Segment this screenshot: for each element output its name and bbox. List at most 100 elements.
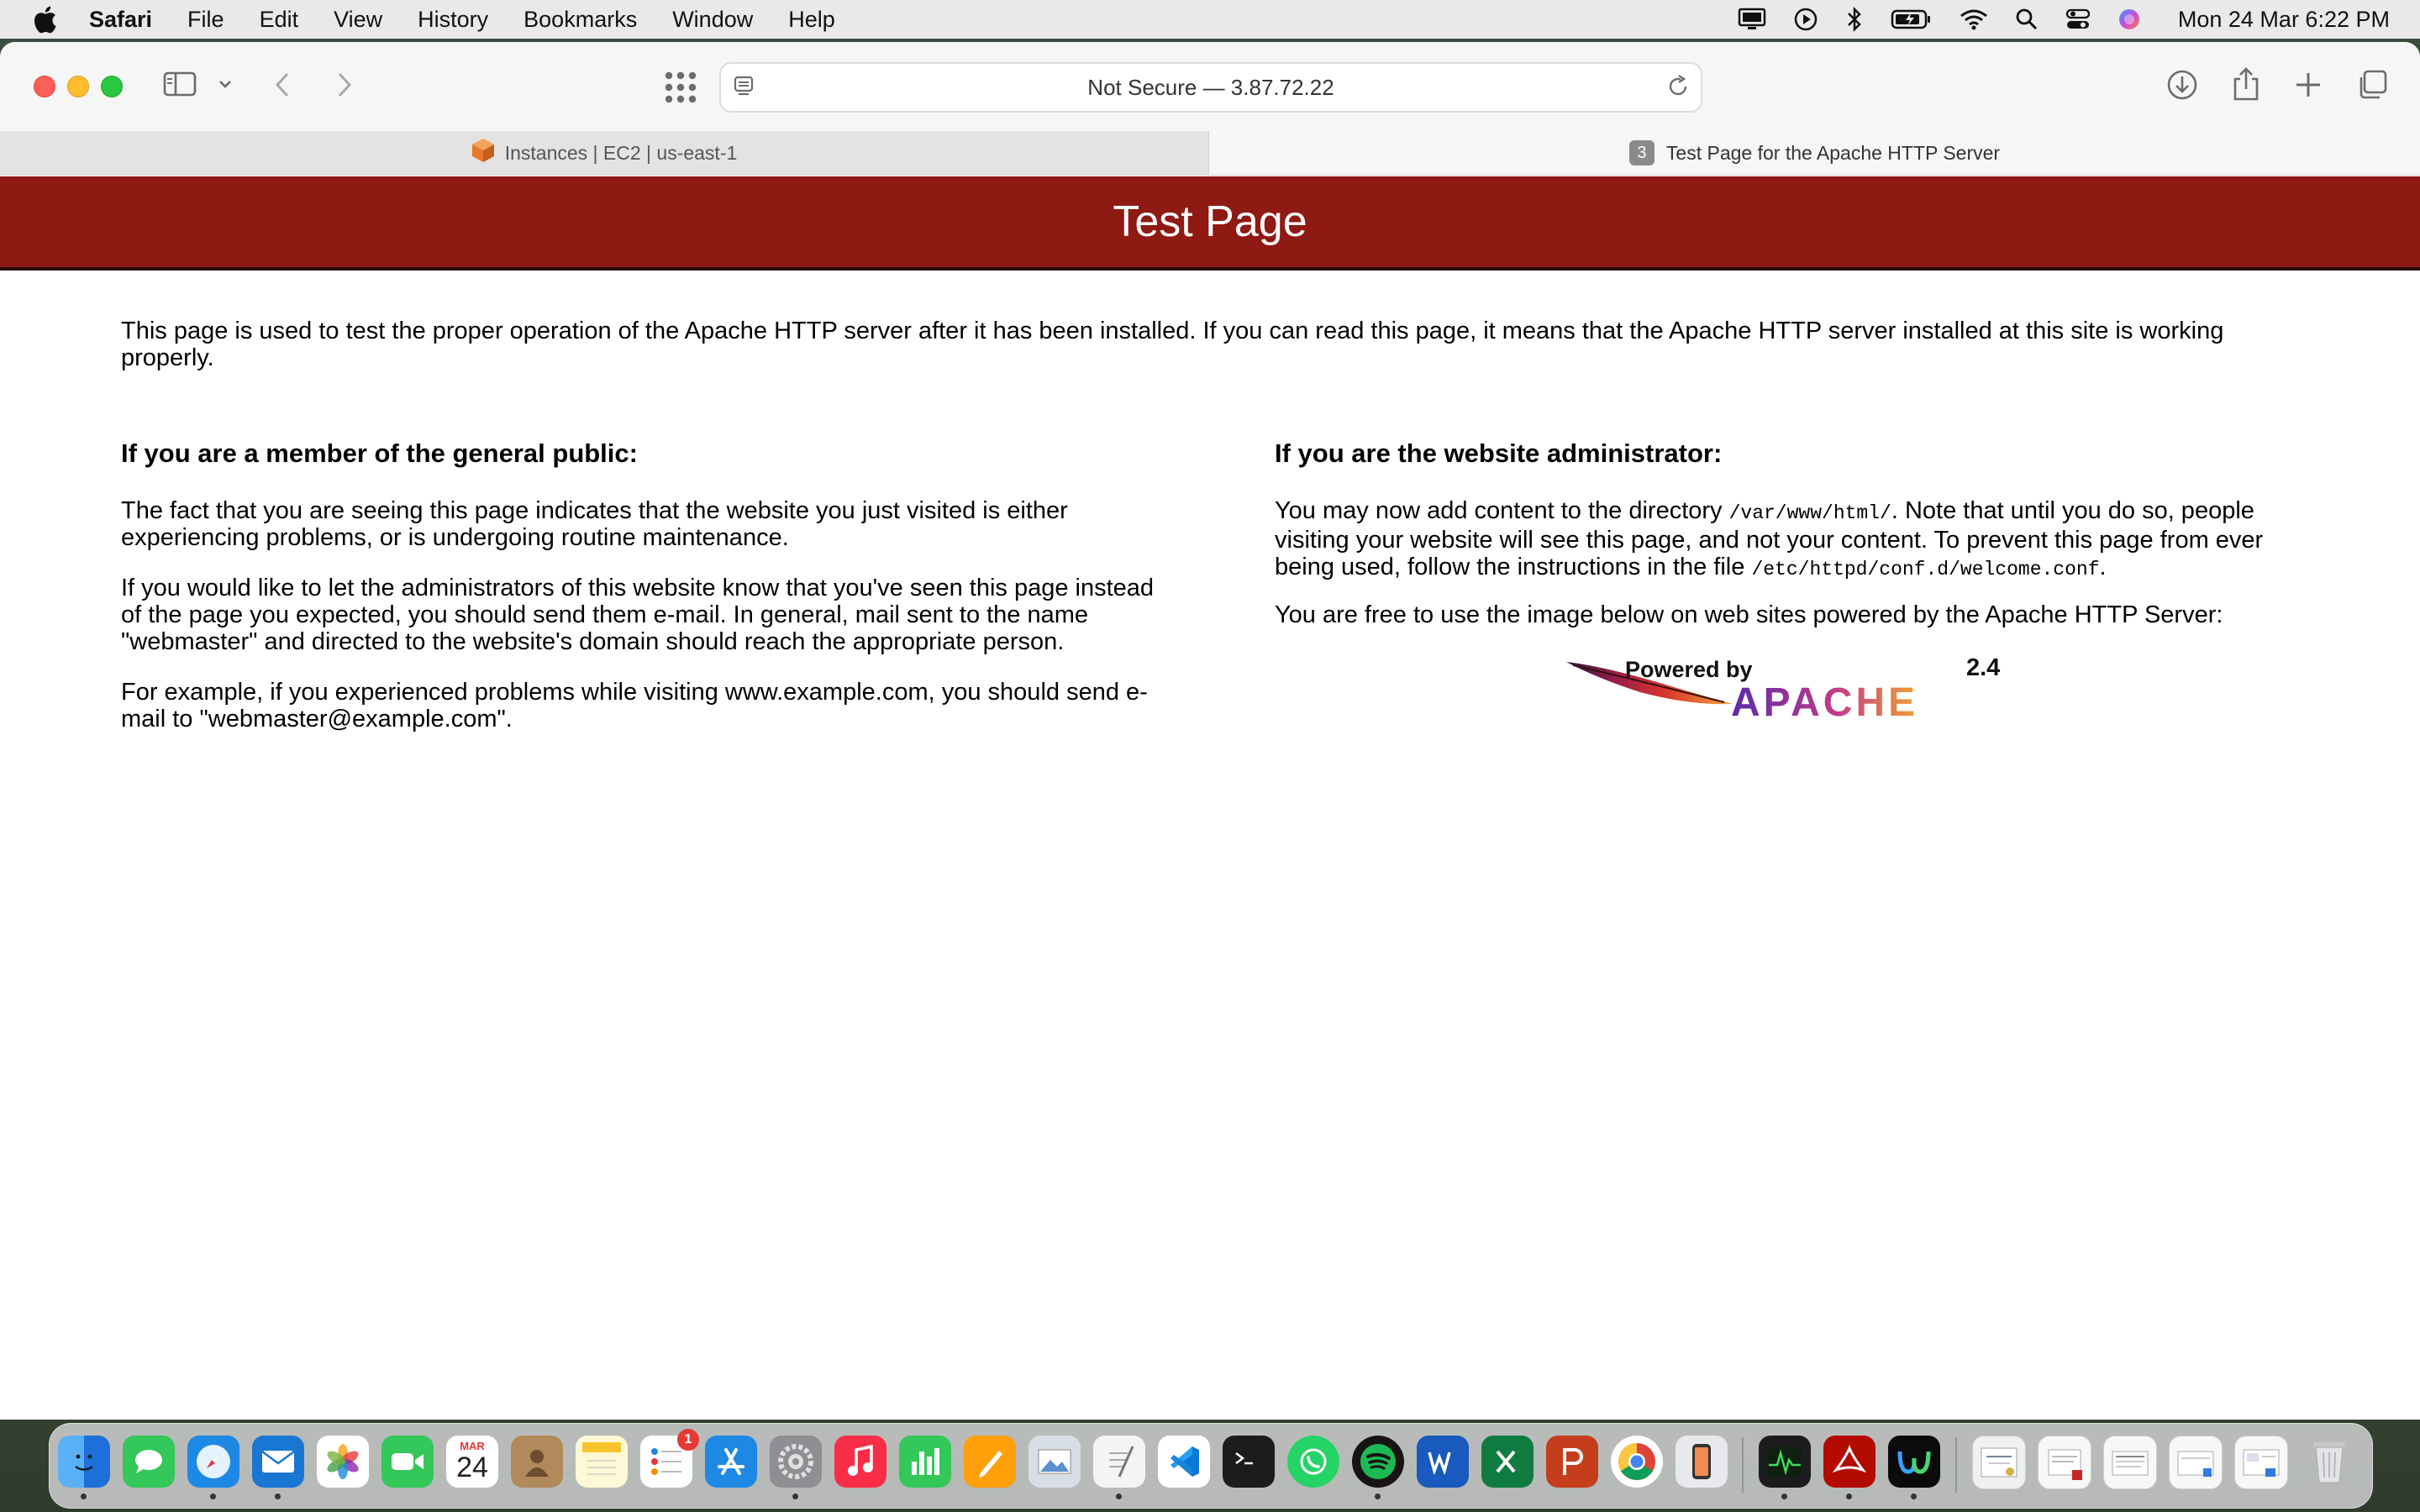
tab-favicon-badge: 3 (1628, 140, 1655, 165)
window-close-button[interactable] (34, 76, 55, 97)
code-config-file: /etc/httpd/conf.d/welcome.conf (1751, 559, 2100, 580)
safari-icon[interactable] (187, 1436, 239, 1499)
calendar-day: 24 (456, 1452, 488, 1483)
menu-view[interactable]: View (334, 7, 382, 33)
system-settings-icon[interactable] (770, 1436, 822, 1499)
finder-icon[interactable] (58, 1436, 110, 1499)
tab-label: Instances | EC2 | us-east-1 (504, 141, 738, 164)
acrobat-icon[interactable] (1823, 1436, 1876, 1499)
downloads-stack-icon[interactable] (2234, 1436, 2288, 1489)
webex-icon[interactable] (1888, 1436, 1940, 1499)
tab-overview-icon[interactable] (2356, 69, 2388, 101)
preview-icon[interactable] (1028, 1436, 1081, 1488)
address-bar[interactable]: Not Secure — 3.87.72.22 (719, 62, 1702, 113)
excel-icon[interactable] (1481, 1436, 1534, 1488)
browser-toolbar: Not Secure — 3.87.72.22 (0, 42, 2420, 131)
admin-heading: If you are the website administrator: (1275, 438, 1723, 468)
apple-menu-icon[interactable] (32, 5, 57, 34)
menu-edit[interactable]: Edit (260, 7, 299, 33)
page-menu-icon[interactable] (733, 76, 755, 103)
siri-icon[interactable] (2118, 8, 2141, 31)
wifi-icon[interactable] (1960, 8, 1988, 30)
dock-separator (1955, 1437, 1957, 1493)
now-playing-icon[interactable] (1793, 7, 1818, 32)
menu-help[interactable]: Help (788, 7, 835, 33)
menu-clock[interactable]: Mon 24 Mar 6:22 PM (2178, 7, 2390, 33)
admin-paragraph-2: You are free to use the image below on w… (1275, 601, 2223, 628)
mail-icon[interactable] (252, 1436, 304, 1499)
word-icon[interactable] (1417, 1436, 1469, 1488)
tab-apache-test-page[interactable]: 3 Test Page for the Apache HTTP Server (1209, 131, 2420, 175)
facetime-icon[interactable] (381, 1436, 434, 1488)
admin-text: . (2099, 554, 2107, 580)
reminders-icon[interactable]: 1 (640, 1429, 699, 1488)
admin-paragraph-1: You may now add content to the directory… (1275, 497, 2283, 583)
reminders-badge: 1 (677, 1429, 699, 1451)
spotlight-search-icon[interactable] (2015, 8, 2039, 31)
numbers-icon[interactable] (899, 1436, 951, 1488)
iphone-mirroring-icon[interactable] (1676, 1436, 1728, 1488)
new-tab-plus-icon[interactable] (2294, 71, 2323, 99)
dock: MAR 24 1 (49, 1423, 2373, 1509)
sidebar-toggle-icon[interactable] (163, 71, 197, 97)
app-store-icon[interactable] (705, 1436, 757, 1488)
page-banner: Test Page (0, 176, 2420, 270)
bluetooth-icon[interactable] (1845, 7, 1864, 32)
reload-icon[interactable] (1665, 74, 1691, 105)
public-paragraph-1: The fact that you are seeing this page i… (121, 497, 1068, 551)
spotify-icon[interactable] (1352, 1436, 1404, 1499)
vscode-icon[interactable] (1158, 1436, 1210, 1488)
notes-icon[interactable] (576, 1436, 628, 1488)
logo-powered-by: Powered by (1625, 657, 1753, 682)
trash-icon[interactable] (2303, 1436, 2355, 1488)
control-center-icon[interactable] (2065, 8, 2091, 31)
safari-window: Not Secure — 3.87.72.22 Instances | EC2 … (0, 42, 2420, 1420)
menu-history[interactable]: History (418, 7, 488, 33)
display-icon[interactable] (1738, 8, 1766, 31)
menu-app-name[interactable]: Safari (89, 7, 152, 33)
window-zoom-button[interactable] (101, 76, 123, 97)
textedit-icon[interactable] (1093, 1436, 1145, 1499)
contacts-icon[interactable] (511, 1436, 563, 1488)
music-icon[interactable] (834, 1436, 886, 1488)
public-paragraph-3: For example, if you experienced problems… (121, 679, 1148, 732)
web-content: Test Page This page is used to test the … (0, 176, 2420, 1420)
logo-apache-word: APACHE (1731, 680, 1918, 721)
forward-arrow-icon[interactable] (331, 71, 356, 99)
window-minimize-button[interactable] (67, 76, 89, 97)
tab-bar: Instances | EC2 | us-east-1 3 Test Page … (0, 131, 2420, 176)
screenshots-stack-icon[interactable] (2169, 1436, 2223, 1489)
activity-monitor-icon[interactable] (1759, 1436, 1811, 1499)
chrome-icon[interactable] (1611, 1436, 1663, 1488)
whatsapp-icon[interactable] (1287, 1436, 1339, 1488)
powerpoint-icon[interactable] (1546, 1436, 1598, 1488)
back-arrow-icon[interactable] (271, 71, 296, 99)
messages-icon[interactable] (123, 1436, 175, 1488)
tab-ec2-instances[interactable]: Instances | EC2 | us-east-1 (0, 131, 1209, 175)
menu-window[interactable]: Window (672, 7, 753, 33)
photos-icon[interactable] (317, 1436, 369, 1488)
menu-bar: Safari File Edit View History Bookmarks … (0, 0, 2420, 39)
address-text: Not Secure — 3.87.72.22 (1087, 74, 1334, 100)
menu-bookmarks[interactable]: Bookmarks (523, 7, 637, 33)
page-title: Test Page (1113, 197, 1307, 246)
terminal-icon[interactable] (1223, 1436, 1275, 1488)
pdf-document-thumbnail-icon[interactable] (2038, 1436, 2091, 1489)
certificate-document-thumbnail-icon[interactable] (1972, 1436, 2026, 1489)
public-paragraph-2: If you would like to let the administrat… (121, 575, 1155, 655)
downloads-icon[interactable] (2166, 69, 2198, 101)
share-icon[interactable] (2232, 66, 2260, 102)
calendar-month: MAR (460, 1440, 485, 1452)
pages-icon[interactable] (964, 1436, 1016, 1488)
tab-label: Test Page for the Apache HTTP Server (1665, 141, 2001, 164)
public-heading: If you are a member of the general publi… (121, 438, 638, 468)
admin-text: You may now add content to the directory (1275, 497, 1729, 524)
dock-separator (1742, 1437, 1744, 1493)
battery-icon[interactable] (1891, 8, 1933, 30)
tab-overview-grid-icon[interactable] (664, 71, 697, 104)
document-stack-icon[interactable] (2103, 1436, 2157, 1489)
powered-by-apache-logo: Powered by 2.4 APACHE (1566, 654, 2000, 721)
chevron-down-icon[interactable] (217, 76, 234, 92)
menu-file[interactable]: File (187, 7, 224, 33)
calendar-icon[interactable]: MAR 24 (446, 1436, 498, 1488)
